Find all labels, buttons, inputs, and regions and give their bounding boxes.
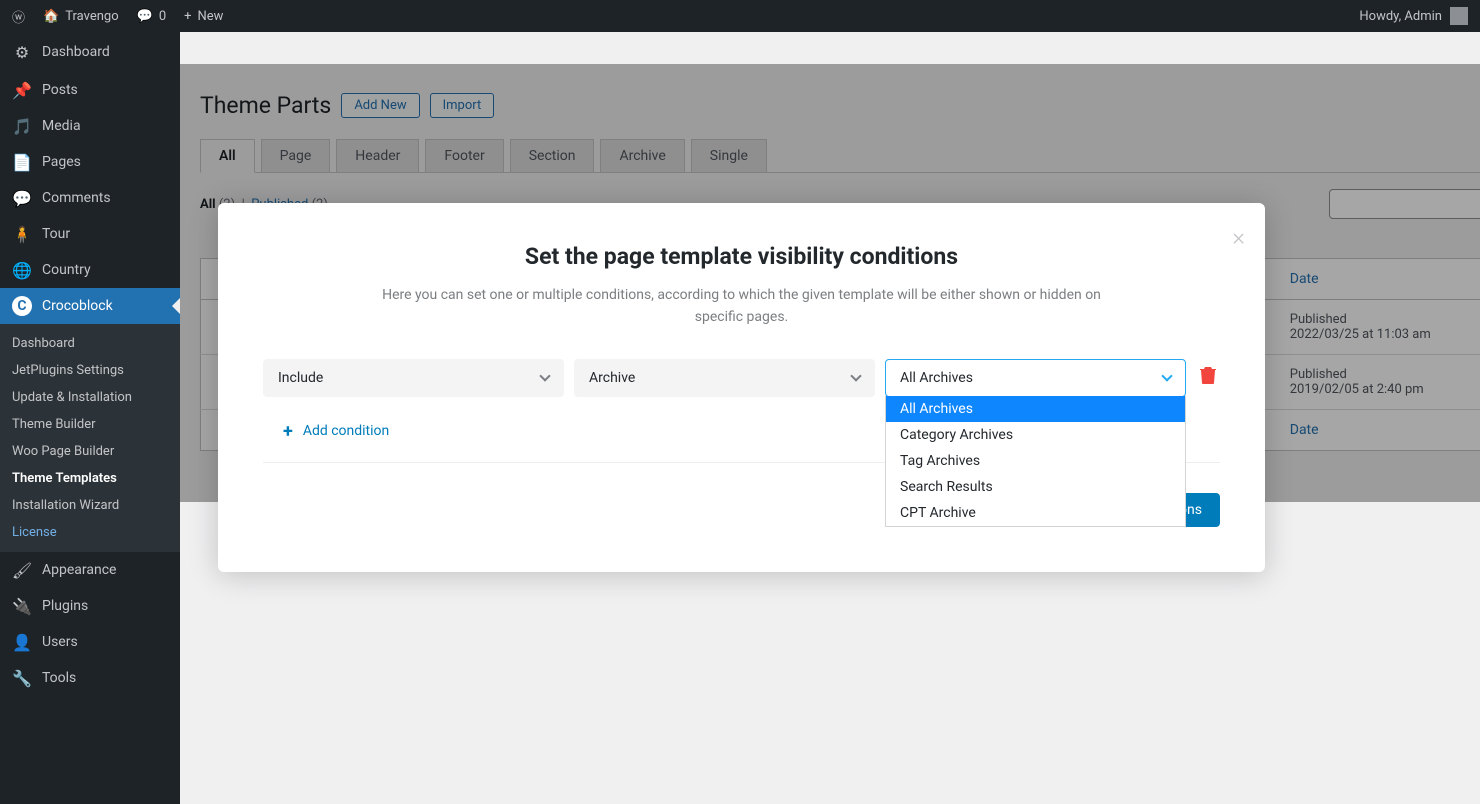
wordpress-icon: ⓦ [12, 7, 25, 26]
comment-icon: 💬 [137, 9, 153, 24]
crocoblock-submenu: Dashboard JetPlugins Settings Update & I… [0, 324, 180, 552]
chevron-down-icon [1161, 371, 1172, 382]
wrench-icon: 🔧 [12, 668, 32, 688]
admin-bar: ⓦ 🏠Travengo 💬0 +New Howdy, Admin [0, 0, 1480, 32]
conditions-modal: × Set the page template visibility condi… [218, 203, 1265, 572]
submenu-license[interactable]: License [0, 519, 180, 546]
menu-crocoblock[interactable]: CCrocoblock [0, 288, 180, 324]
crocoblock-icon: C [12, 296, 32, 316]
menu-dashboard[interactable]: ⚙Dashboard [0, 32, 180, 72]
menu-posts[interactable]: 📌Posts [0, 72, 180, 108]
site-name-link[interactable]: 🏠Travengo [43, 9, 119, 24]
avatar [1450, 7, 1468, 25]
comments-link[interactable]: 💬0 [137, 9, 167, 24]
menu-tour[interactable]: 🧍Tour [0, 216, 180, 252]
close-icon[interactable]: × [1232, 223, 1245, 251]
globe-icon: 🌐 [12, 260, 32, 280]
option-tag-archives[interactable]: Tag Archives [886, 448, 1185, 474]
delete-condition-button[interactable] [1196, 366, 1220, 389]
brush-icon: 🖌 [12, 560, 32, 580]
pages-icon: 📄 [12, 152, 32, 172]
submenu-theme-builder[interactable]: Theme Builder [0, 411, 180, 438]
chevron-down-icon [539, 371, 550, 382]
chevron-down-icon [850, 371, 861, 382]
dashboard-icon: ⚙ [12, 42, 32, 62]
submenu-theme-templates[interactable]: Theme Templates [0, 465, 180, 492]
submenu-woo-page-builder[interactable]: Woo Page Builder [0, 438, 180, 465]
pin-icon: 📌 [12, 80, 32, 100]
menu-pages[interactable]: 📄Pages [0, 144, 180, 180]
admin-sidebar: ⚙Dashboard 📌Posts 🎵Media 📄Pages 💬Comment… [0, 32, 180, 804]
submenu-installation-wizard[interactable]: Installation Wizard [0, 492, 180, 519]
menu-users[interactable]: 👤Users [0, 624, 180, 660]
option-all-archives[interactable]: All Archives [886, 396, 1185, 422]
comments-icon: 💬 [12, 188, 32, 208]
new-content-link[interactable]: +New [184, 9, 223, 24]
option-cpt-archive[interactable]: CPT Archive [886, 500, 1185, 526]
subtype-dropdown: All Archives Category Archives Tag Archi… [885, 396, 1186, 527]
modal-subtitle: Here you can set one or multiple conditi… [263, 284, 1220, 329]
user-icon: 👤 [12, 632, 32, 652]
home-icon: 🏠 [43, 9, 59, 24]
menu-tools[interactable]: 🔧Tools [0, 660, 180, 696]
trash-icon [1200, 366, 1216, 384]
menu-country[interactable]: 🌐Country [0, 252, 180, 288]
menu-appearance[interactable]: 🖌Appearance [0, 552, 180, 588]
submenu-jetplugins[interactable]: JetPlugins Settings [0, 357, 180, 384]
media-icon: 🎵 [12, 116, 32, 136]
option-category-archives[interactable]: Category Archives [886, 422, 1185, 448]
menu-plugins[interactable]: 🔌Plugins [0, 588, 180, 624]
type-select[interactable]: Archive [574, 359, 875, 397]
plus-icon: + [283, 421, 293, 442]
modal-title: Set the page template visibility conditi… [263, 243, 1220, 270]
condition-row: Include Archive All Archives All Archive… [263, 359, 1220, 397]
option-search-results[interactable]: Search Results [886, 474, 1185, 500]
include-select[interactable]: Include [263, 359, 564, 397]
menu-media[interactable]: 🎵Media [0, 108, 180, 144]
submenu-update[interactable]: Update & Installation [0, 384, 180, 411]
submenu-dashboard[interactable]: Dashboard [0, 330, 180, 357]
menu-comments[interactable]: 💬Comments [0, 180, 180, 216]
plus-icon: + [184, 9, 191, 24]
my-account[interactable]: Howdy, Admin [1359, 7, 1468, 25]
subtype-select[interactable]: All Archives [885, 359, 1186, 397]
plug-icon: 🔌 [12, 596, 32, 616]
wp-logo[interactable]: ⓦ [12, 7, 25, 26]
person-icon: 🧍 [12, 224, 32, 244]
